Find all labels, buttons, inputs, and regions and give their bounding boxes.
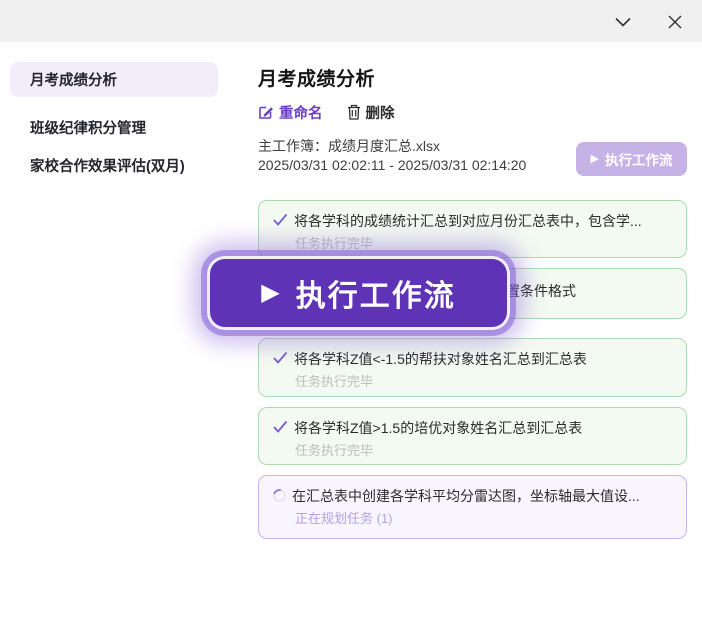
task-status: 任务执行完毕 (295, 371, 672, 390)
check-icon (273, 420, 288, 433)
sidebar-item-label: 月考成绩分析 (30, 69, 117, 90)
task-card[interactable]: 在汇总表中创建各学科平均分雷达图，坐标轴最大值设... 正在规划任务 (1) (258, 475, 687, 539)
task-card[interactable]: 将各学科的成绩统计汇总到对应月份汇总表中，包含学... 任务执行完毕 (258, 200, 687, 258)
task-status: 正在规划任务 (1) (295, 508, 672, 527)
task-status: 任务执行完毕 (295, 233, 672, 252)
play-icon: ▶ (261, 281, 279, 305)
task-text: 在汇总表中创建各学科平均分雷达图，坐标轴最大值设... (292, 487, 640, 505)
play-icon: ▶ (591, 154, 599, 165)
task-card[interactable]: 将各学科Z值<-1.5的帮扶对象姓名汇总到汇总表 任务执行完毕 (258, 338, 687, 397)
trash-icon (347, 104, 361, 120)
sidebar-item-home-school-evaluation[interactable]: 家校合作效果评估(双月) (10, 148, 218, 183)
check-icon (273, 351, 288, 364)
rename-label: 重命名 (279, 102, 323, 123)
close-window-button[interactable] (664, 11, 686, 33)
task-card[interactable]: 将各学科Z值>1.5的培优对象姓名汇总到汇总表 任务执行完毕 (258, 407, 687, 465)
run-workflow-label: 执行工作流 (605, 149, 673, 169)
sidebar-item-label: 家校合作效果评估(双月) (30, 155, 185, 176)
task-text: 将各学科Z值<-1.5的帮扶对象姓名汇总到汇总表 (294, 350, 587, 368)
edit-icon (258, 104, 274, 120)
collapse-window-button[interactable] (612, 11, 634, 33)
task-text: 置条件格式 (506, 282, 576, 300)
check-icon (273, 213, 288, 226)
header-actions: 重命名 删除 (258, 101, 395, 123)
window-titlebar (0, 0, 702, 42)
page-title: 月考成绩分析 (258, 64, 375, 91)
run-workflow-label: 执行工作流 (296, 271, 456, 315)
delete-button[interactable]: 删除 (347, 102, 395, 123)
main-workbook-label: 主工作簿：成绩月度汇总.xlsx (258, 136, 440, 156)
close-icon (668, 15, 682, 29)
rename-button[interactable]: 重命名 (258, 102, 323, 123)
run-workflow-button[interactable]: ▶ 执行工作流 (576, 142, 687, 176)
workflow-panel: 月考成绩分析 班级纪律积分管理 家校合作效果评估(双月) 月考成绩分析 重命名 (0, 0, 702, 626)
sidebar-item-label: 班级纪律积分管理 (30, 117, 146, 138)
sidebar-item-monthly-exam-analysis[interactable]: 月考成绩分析 (10, 62, 218, 97)
delete-label: 删除 (366, 102, 395, 123)
run-time-range: 2025/03/31 02:02:11 - 2025/03/31 02:14:2… (258, 157, 526, 173)
task-text: 将各学科Z值>1.5的培优对象姓名汇总到汇总表 (294, 419, 582, 437)
chevron-down-icon (615, 17, 631, 27)
task-text: 将各学科的成绩统计汇总到对应月份汇总表中，包含学... (294, 212, 642, 230)
run-workflow-highlight-button[interactable]: ▶ 执行工作流 (207, 256, 510, 330)
task-status: 任务执行完毕 (295, 440, 672, 459)
loading-spinner-icon (271, 487, 289, 505)
sidebar-item-class-discipline-points[interactable]: 班级纪律积分管理 (10, 110, 218, 145)
